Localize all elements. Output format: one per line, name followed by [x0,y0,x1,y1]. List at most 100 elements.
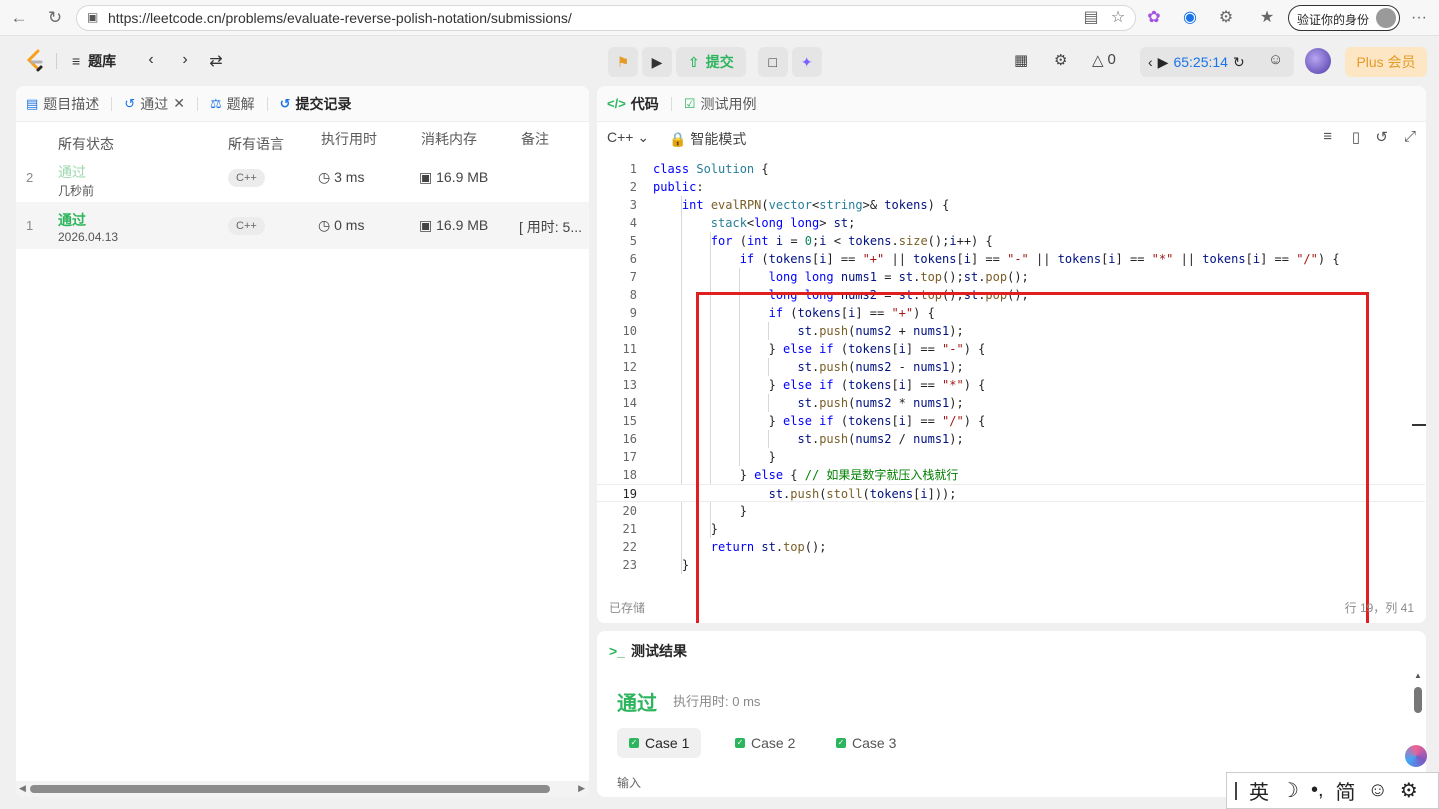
scrollbar-thumb[interactable] [30,785,550,793]
cloud-upload-icon: ⇧ [688,53,700,70]
status-badge[interactable]: 通过 [58,210,86,230]
case-tab-1[interactable]: ✓ Case 1 [617,728,702,758]
code-editor[interactable]: 1 class Solution { 2 public: 3 int evalRPN… [597,160,1426,623]
plus-membership-button[interactable]: Plus 会员 [1345,47,1427,77]
runtime-value: ◷ 0 ms [318,217,365,233]
result-runtime: 执行用时: 0 ms [673,694,761,709]
list-icon: ≡ [72,53,81,69]
reset-code-icon[interactable]: ↺ [1375,128,1388,146]
profile-avatar [1376,8,1396,28]
scrollbar-thumb[interactable] [1414,687,1422,713]
layout-grid-icon[interactable]: ▦ [1014,51,1028,69]
user-avatar[interactable] [1305,48,1331,74]
run-button[interactable]: ▶ [642,47,672,77]
prev-problem-chevron-icon[interactable]: ‹ [142,51,160,69]
code-line: 5 for (int i = 0;i < tokens.size();i++) … [629,234,993,248]
status-badge[interactable]: 通过 [58,162,86,182]
tab-separator [111,96,113,111]
saved-status: 已存储 [609,601,646,615]
more-menu-icon[interactable]: ··· [1408,7,1430,29]
divider [56,53,57,69]
shuffle-icon[interactable]: ⇄ [207,51,225,71]
punctuation-icon[interactable]: •, [1311,779,1324,802]
add-friend-icon[interactable]: ☺ [1268,51,1283,68]
reader-mode-icon[interactable]: ▤ [1080,7,1102,29]
address-bar[interactable]: ▣ https://leetcode.cn/problems/evaluate-… [76,5,1136,31]
table-row[interactable]: 1 通过 2026.04.13 C++ ◷ 0 ms ▣ 16.9 MB [ 用… [16,202,589,249]
check-icon: ✓ [836,738,846,748]
result-status: 通过 [617,693,657,715]
tab-code[interactable]: </> 代码 [607,94,659,114]
collapse-chevron-icon[interactable]: ‹ [1148,54,1153,70]
history-icon: ↺ [279,95,291,111]
timer-value: 65:25:14 [1173,54,1228,70]
reload-icon[interactable]: ↻ [44,7,66,29]
copilot-extension-icon[interactable]: ✿ [1143,7,1165,29]
format-icon[interactable]: ≡ [1323,128,1332,145]
ime-settings-gear-icon[interactable]: ⚙ [1400,778,1418,803]
tab-description[interactable]: ▤ 题目描述 [26,94,99,114]
problem-bank-link[interactable]: ≡ 题库 [72,51,116,71]
ime-drag-handle[interactable] [1235,781,1237,800]
runtime-value: ◷ 3 ms [318,169,365,185]
chip-icon: ▣ [419,217,433,233]
horizontal-scrollbar[interactable]: ◀ ▶ [16,781,589,797]
memory-value: ▣ 16.9 MB [419,217,489,233]
code-line: 1 class Solution { [629,162,769,176]
extensions-puzzle-icon[interactable]: ⚙ [1215,7,1237,29]
ai-assistant-button[interactable]: ✦ [791,47,822,77]
scroll-right-arrow-icon[interactable]: ▶ [578,783,585,794]
favorite-star-icon[interactable]: ☆ [1107,7,1129,29]
language-badge: C++ [228,217,265,235]
sparkle-icon: ✦ [800,53,813,70]
chevron-down-icon: ⌄ [228,134,240,150]
language-select[interactable]: C++ ⌄ [607,129,649,146]
emoji-icon[interactable]: ☺ [1368,779,1388,802]
clock-icon: ◷ [318,217,331,233]
tab-testcase[interactable]: ☑ 测试用例 [684,94,757,114]
next-problem-chevron-icon[interactable]: › [176,51,194,69]
chip-icon: ▣ [419,169,433,185]
verify-identity-button[interactable]: 验证你的身份 [1288,5,1400,31]
site-info-icon[interactable]: ▣ [87,11,99,23]
reset-timer-icon[interactable]: ↻ [1233,54,1245,71]
fullscreen-icon[interactable]: ⤢ [1404,128,1416,145]
notes-button[interactable]: □ [757,47,788,77]
check-icon: ✓ [629,738,639,748]
code-line: 7 long long nums1 = st.top();st.pop(); [629,270,1029,284]
table-row[interactable]: 2 通过 几秒前 C++ ◷ 3 ms ▣ 16.9 MB [16,154,589,201]
submissions-panel: ▤ 题目描述 ↺ 通过 ✕ ⚖ 题解 ↺ 提交记录 所有状态 ⌄ 所有语言 ⌄ … [16,86,589,797]
leetcode-logo-icon[interactable] [24,49,46,73]
favorites-icon[interactable]: ★ [1256,7,1278,29]
check-icon: ✓ [735,738,745,748]
bookmark-icon[interactable]: ▯ [1352,128,1360,146]
ime-language-toggle[interactable]: 英 [1249,776,1269,805]
ime-simplified-toggle[interactable]: 简 [1336,776,1356,805]
settings-gear-icon[interactable]: ⚙ [1054,51,1067,69]
tab-submissions[interactable]: ↺ 提交记录 [280,94,352,114]
extension-icon[interactable]: ◉ [1179,7,1201,29]
streak-counter[interactable]: △ 0 [1092,51,1116,69]
test-result-header[interactable]: >_ 测试结果 [609,641,687,661]
scroll-left-arrow-icon[interactable]: ◀ [19,783,26,794]
note-icon: □ [768,54,777,70]
submissions-table-header: 所有状态 ⌄ 所有语言 ⌄ 执行用时 消耗内存 备注 [58,131,549,152]
case-tab-3[interactable]: ✓ Case 3 [824,728,908,758]
scroll-up-arrow-icon[interactable]: ▲ [1414,671,1422,680]
back-arrow-icon[interactable]: ← [8,7,30,29]
note-text: [ 用时: 5... [519,219,583,235]
tab-passed[interactable]: ↺ 通过 ✕ [124,94,185,114]
cursor-position: 行 19，列 41 [1344,601,1414,615]
tab-solutions[interactable]: ⚖ 题解 [210,94,255,114]
case-tab-2[interactable]: ✓ Case 2 [723,728,807,758]
submit-button[interactable]: ⇧ 提交 [676,47,746,77]
moon-icon[interactable]: ☽ [1281,778,1299,803]
smart-mode-toggle[interactable]: 🔒 智能模式 [669,129,746,149]
scroll-position-marker [1412,424,1426,426]
copilot-floating-icon[interactable] [1405,745,1427,767]
tab-separator [266,96,268,111]
timer-play-icon[interactable]: ▶ [1158,54,1169,71]
debug-button[interactable]: ⚑ [608,47,638,77]
close-tab-icon[interactable]: ✕ [173,95,185,112]
play-icon: ▶ [651,53,663,70]
